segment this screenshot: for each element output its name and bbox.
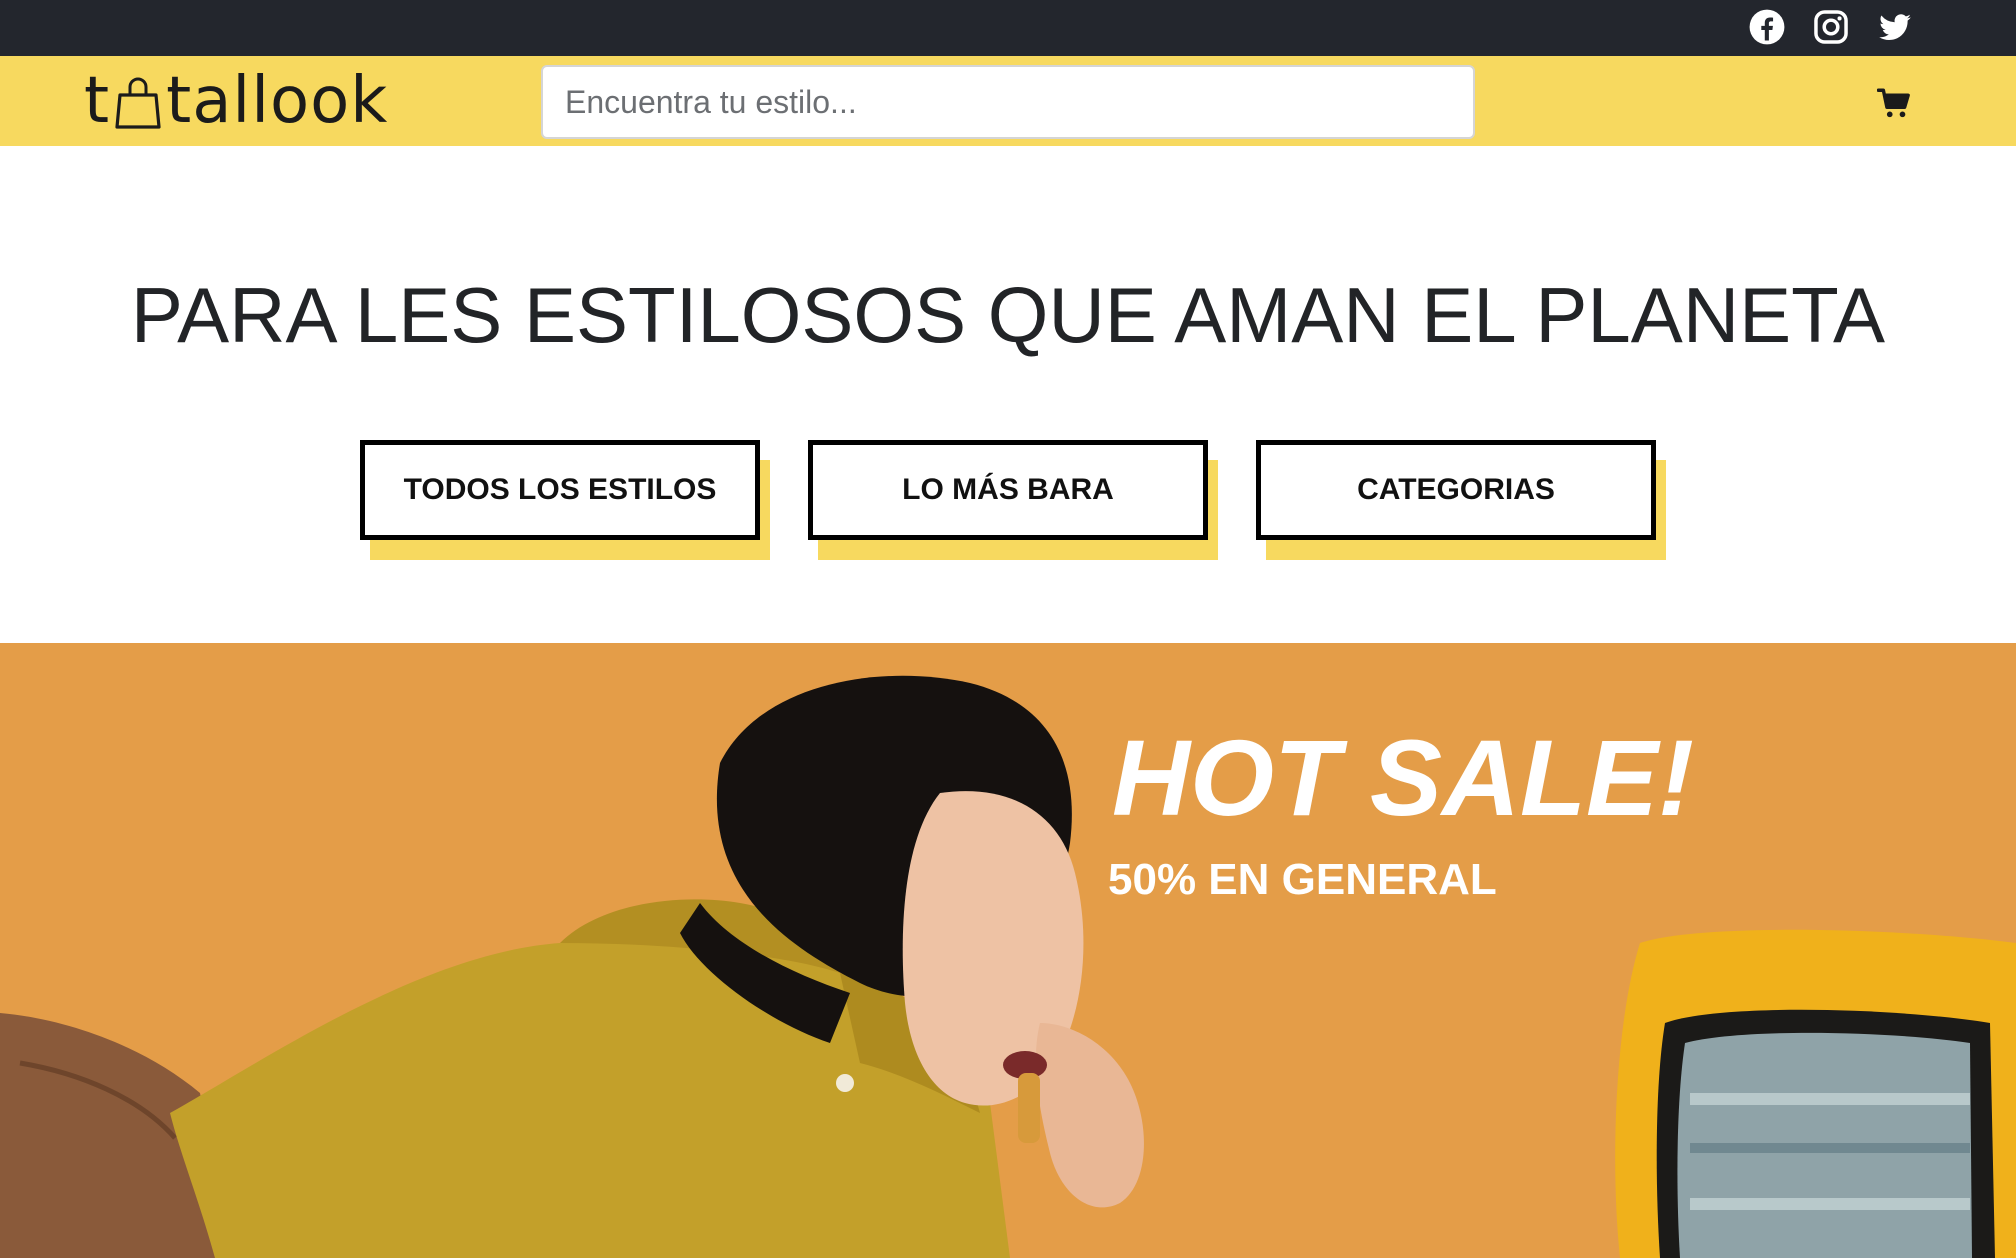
page-headline: PARA LES ESTILOSOS QUE AMAN EL PLANETA: [130, 271, 1886, 359]
hot-sale-title: HOT SALE!: [1112, 717, 1694, 838]
search-input[interactable]: [541, 65, 1475, 139]
logo-text-prefix: t: [84, 64, 111, 138]
social-bar: [0, 0, 2016, 56]
cart-icon[interactable]: [1877, 86, 1911, 120]
cta-categorias-wrapper: CATEGORIAS: [1256, 440, 1666, 560]
lo-mas-barato-button[interactable]: LO MÁS BARA: [808, 440, 1208, 540]
twitter-icon[interactable]: [1876, 8, 1914, 46]
todos-los-estilos-button[interactable]: TODOS LOS ESTILOS: [360, 440, 760, 540]
shopping-bag-icon: [112, 71, 164, 131]
hot-sale-subtitle: 50% EN GENERAL: [1108, 855, 1497, 904]
categorias-button[interactable]: CATEGORIAS: [1256, 440, 1656, 540]
cta-todos-wrapper: TODOS LOS ESTILOS: [360, 440, 770, 560]
logo-text-suffix: tallook: [166, 64, 389, 138]
facebook-icon[interactable]: [1748, 8, 1786, 46]
logo[interactable]: t tallook: [84, 62, 388, 140]
banner-photo: [0, 643, 2016, 1258]
hot-sale-banner[interactable]: [0, 643, 2016, 1258]
cta-barato-wrapper: LO MÁS BARA: [808, 440, 1218, 560]
instagram-icon[interactable]: [1812, 8, 1850, 46]
